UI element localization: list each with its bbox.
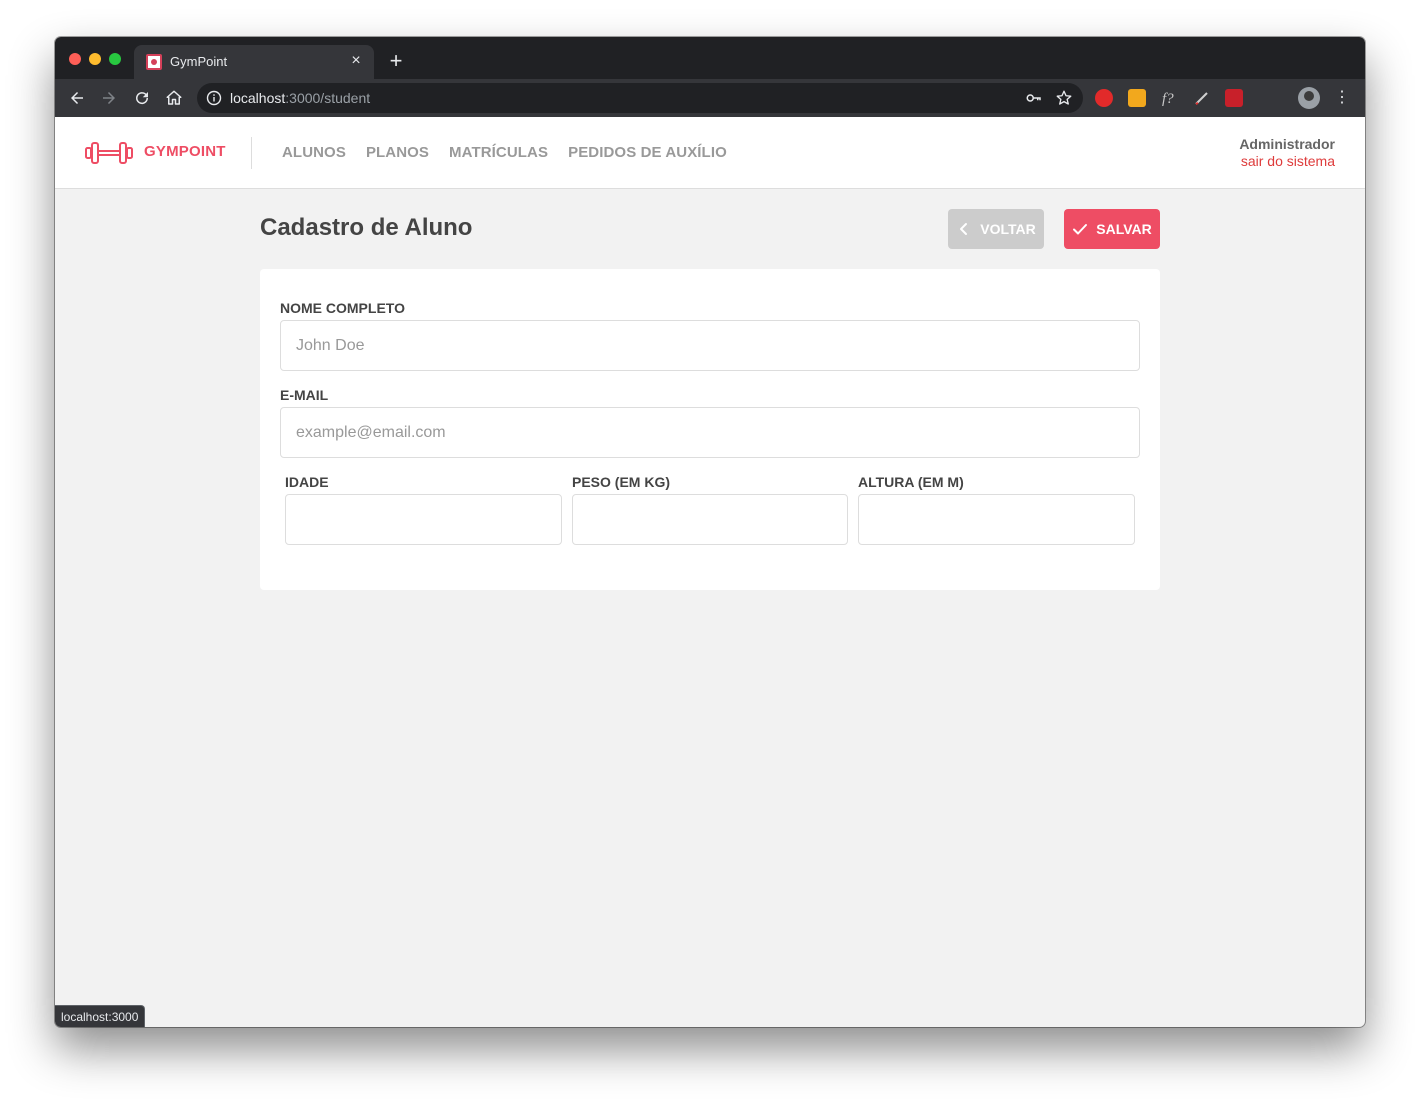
browser-tab[interactable]: GymPoint ×: [134, 45, 374, 79]
tab-bar: GymPoint × +: [55, 37, 1365, 79]
nav-item-matriculas[interactable]: MATRÍCULAS: [449, 144, 548, 161]
age-input[interactable]: [285, 494, 562, 545]
nav-item-alunos[interactable]: ALUNOS: [282, 144, 346, 161]
nav-item-planos[interactable]: PLANOS: [366, 144, 429, 161]
gympoint-favicon-icon: [146, 54, 162, 70]
forward-icon[interactable]: [97, 86, 121, 110]
address-bar[interactable]: localhost:3000/student: [197, 83, 1083, 113]
svg-text:f?: f?: [1162, 91, 1174, 107]
height-label: ALTURA (EM M): [858, 474, 964, 490]
extension-pen-icon[interactable]: [1193, 89, 1211, 107]
profile-avatar[interactable]: [1298, 87, 1320, 109]
extension-stop-icon[interactable]: [1095, 89, 1113, 107]
browser-toolbar: localhost:3000/student f? ⋮: [55, 79, 1365, 117]
app-header: GYMPOINT ALUNOS PLANOS MATRÍCULAS PEDIDO…: [55, 117, 1365, 189]
main-nav: ALUNOS PLANOS MATRÍCULAS PEDIDOS DE AUXÍ…: [282, 144, 727, 161]
url-host: localhost: [230, 90, 286, 106]
page-title: Cadastro de Aluno: [260, 214, 473, 241]
status-bar: localhost:3000: [55, 1005, 146, 1027]
dumbbell-logo-icon: [85, 142, 133, 164]
weight-input[interactable]: [572, 494, 848, 545]
close-window-button[interactable]: [69, 53, 81, 65]
close-tab-icon[interactable]: ×: [346, 51, 366, 71]
key-icon[interactable]: [1025, 89, 1043, 107]
new-tab-icon[interactable]: +: [384, 49, 408, 73]
maximize-window-button[interactable]: [109, 53, 121, 65]
tab-title: GymPoint: [170, 54, 228, 69]
chevron-left-icon: [960, 223, 968, 235]
home-icon[interactable]: [162, 86, 186, 110]
name-label: NOME COMPLETO: [280, 300, 405, 316]
email-label: E-MAIL: [280, 387, 329, 403]
back-icon[interactable]: [65, 86, 89, 110]
url-text: localhost:3000/student: [230, 90, 370, 106]
minimize-window-button[interactable]: [89, 53, 101, 65]
extension-color-icon[interactable]: [1128, 89, 1146, 107]
save-button[interactable]: SALVAR: [1064, 209, 1160, 249]
weight-label: PESO (EM KG): [572, 474, 671, 490]
student-form: NOME COMPLETO E-MAIL IDADE PESO (EM KG) …: [260, 269, 1160, 590]
info-icon[interactable]: [206, 90, 222, 106]
user-name: Administrador: [1239, 136, 1335, 152]
reload-icon[interactable]: [130, 86, 154, 110]
back-button[interactable]: VOLTAR: [948, 209, 1044, 249]
extension-cow-icon[interactable]: [1225, 89, 1243, 107]
star-icon[interactable]: [1055, 89, 1073, 107]
url-path: :3000/student: [285, 90, 371, 106]
age-label: IDADE: [285, 474, 329, 490]
menu-icon[interactable]: ⋮: [1333, 88, 1351, 108]
logout-link[interactable]: sair do sistema: [1241, 153, 1335, 169]
nav-item-pedidos-de-auxilio[interactable]: PEDIDOS DE AUXÍLIO: [568, 144, 727, 161]
email-input[interactable]: [280, 407, 1140, 458]
back-button-label: VOLTAR: [980, 221, 1036, 237]
name-input[interactable]: [280, 320, 1140, 371]
brand-name: GYMPOINT: [144, 143, 226, 160]
header-divider: [251, 137, 252, 169]
save-button-label: SALVAR: [1096, 221, 1152, 237]
browser-window: GymPoint × + localhost:3000/student f? ⋮…: [55, 37, 1365, 1027]
check-icon: [1073, 224, 1088, 235]
height-input[interactable]: [858, 494, 1135, 545]
extension-function-icon[interactable]: f?: [1161, 89, 1179, 107]
